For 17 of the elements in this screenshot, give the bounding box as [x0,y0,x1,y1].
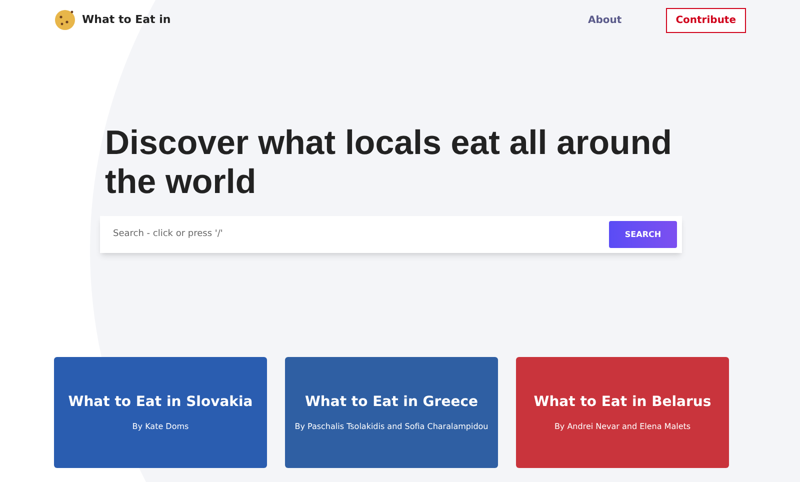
hero-title: Discover what locals eat all around the world [105,124,673,202]
destination-card[interactable]: What to Eat in Belarus By Andrei Nevar and Elena Malets [516,357,729,468]
card-title: What to Eat in Belarus [534,393,712,412]
brand-name: What to Eat in [82,12,171,28]
destination-card[interactable]: What to Eat in Slovakia By Kate Doms [54,357,267,468]
card-title: What to Eat in Greece [304,393,478,412]
contribute-button[interactable]: Contribute [666,8,746,32]
about-link[interactable]: About [588,12,622,28]
cookie-icon [54,9,76,31]
card-author: By Paschalis Tsolakidis and Sofia Charalampidou [294,421,488,433]
search-button[interactable]: SEARCH [609,221,677,248]
card-author: By Andrei Nevar and Elena Malets [554,421,691,433]
search-bar[interactable]: Search - click or press '/' SEARCH [100,216,682,253]
search-input[interactable]: Search - click or press '/' [113,228,609,242]
destination-card[interactable]: What to Eat in Greece By Paschalis Tsolakidis and Sofia Charalampidou [285,357,498,468]
card-author: By Kate Doms [132,421,189,433]
card-title: What to Eat in Slovakia [68,393,253,412]
